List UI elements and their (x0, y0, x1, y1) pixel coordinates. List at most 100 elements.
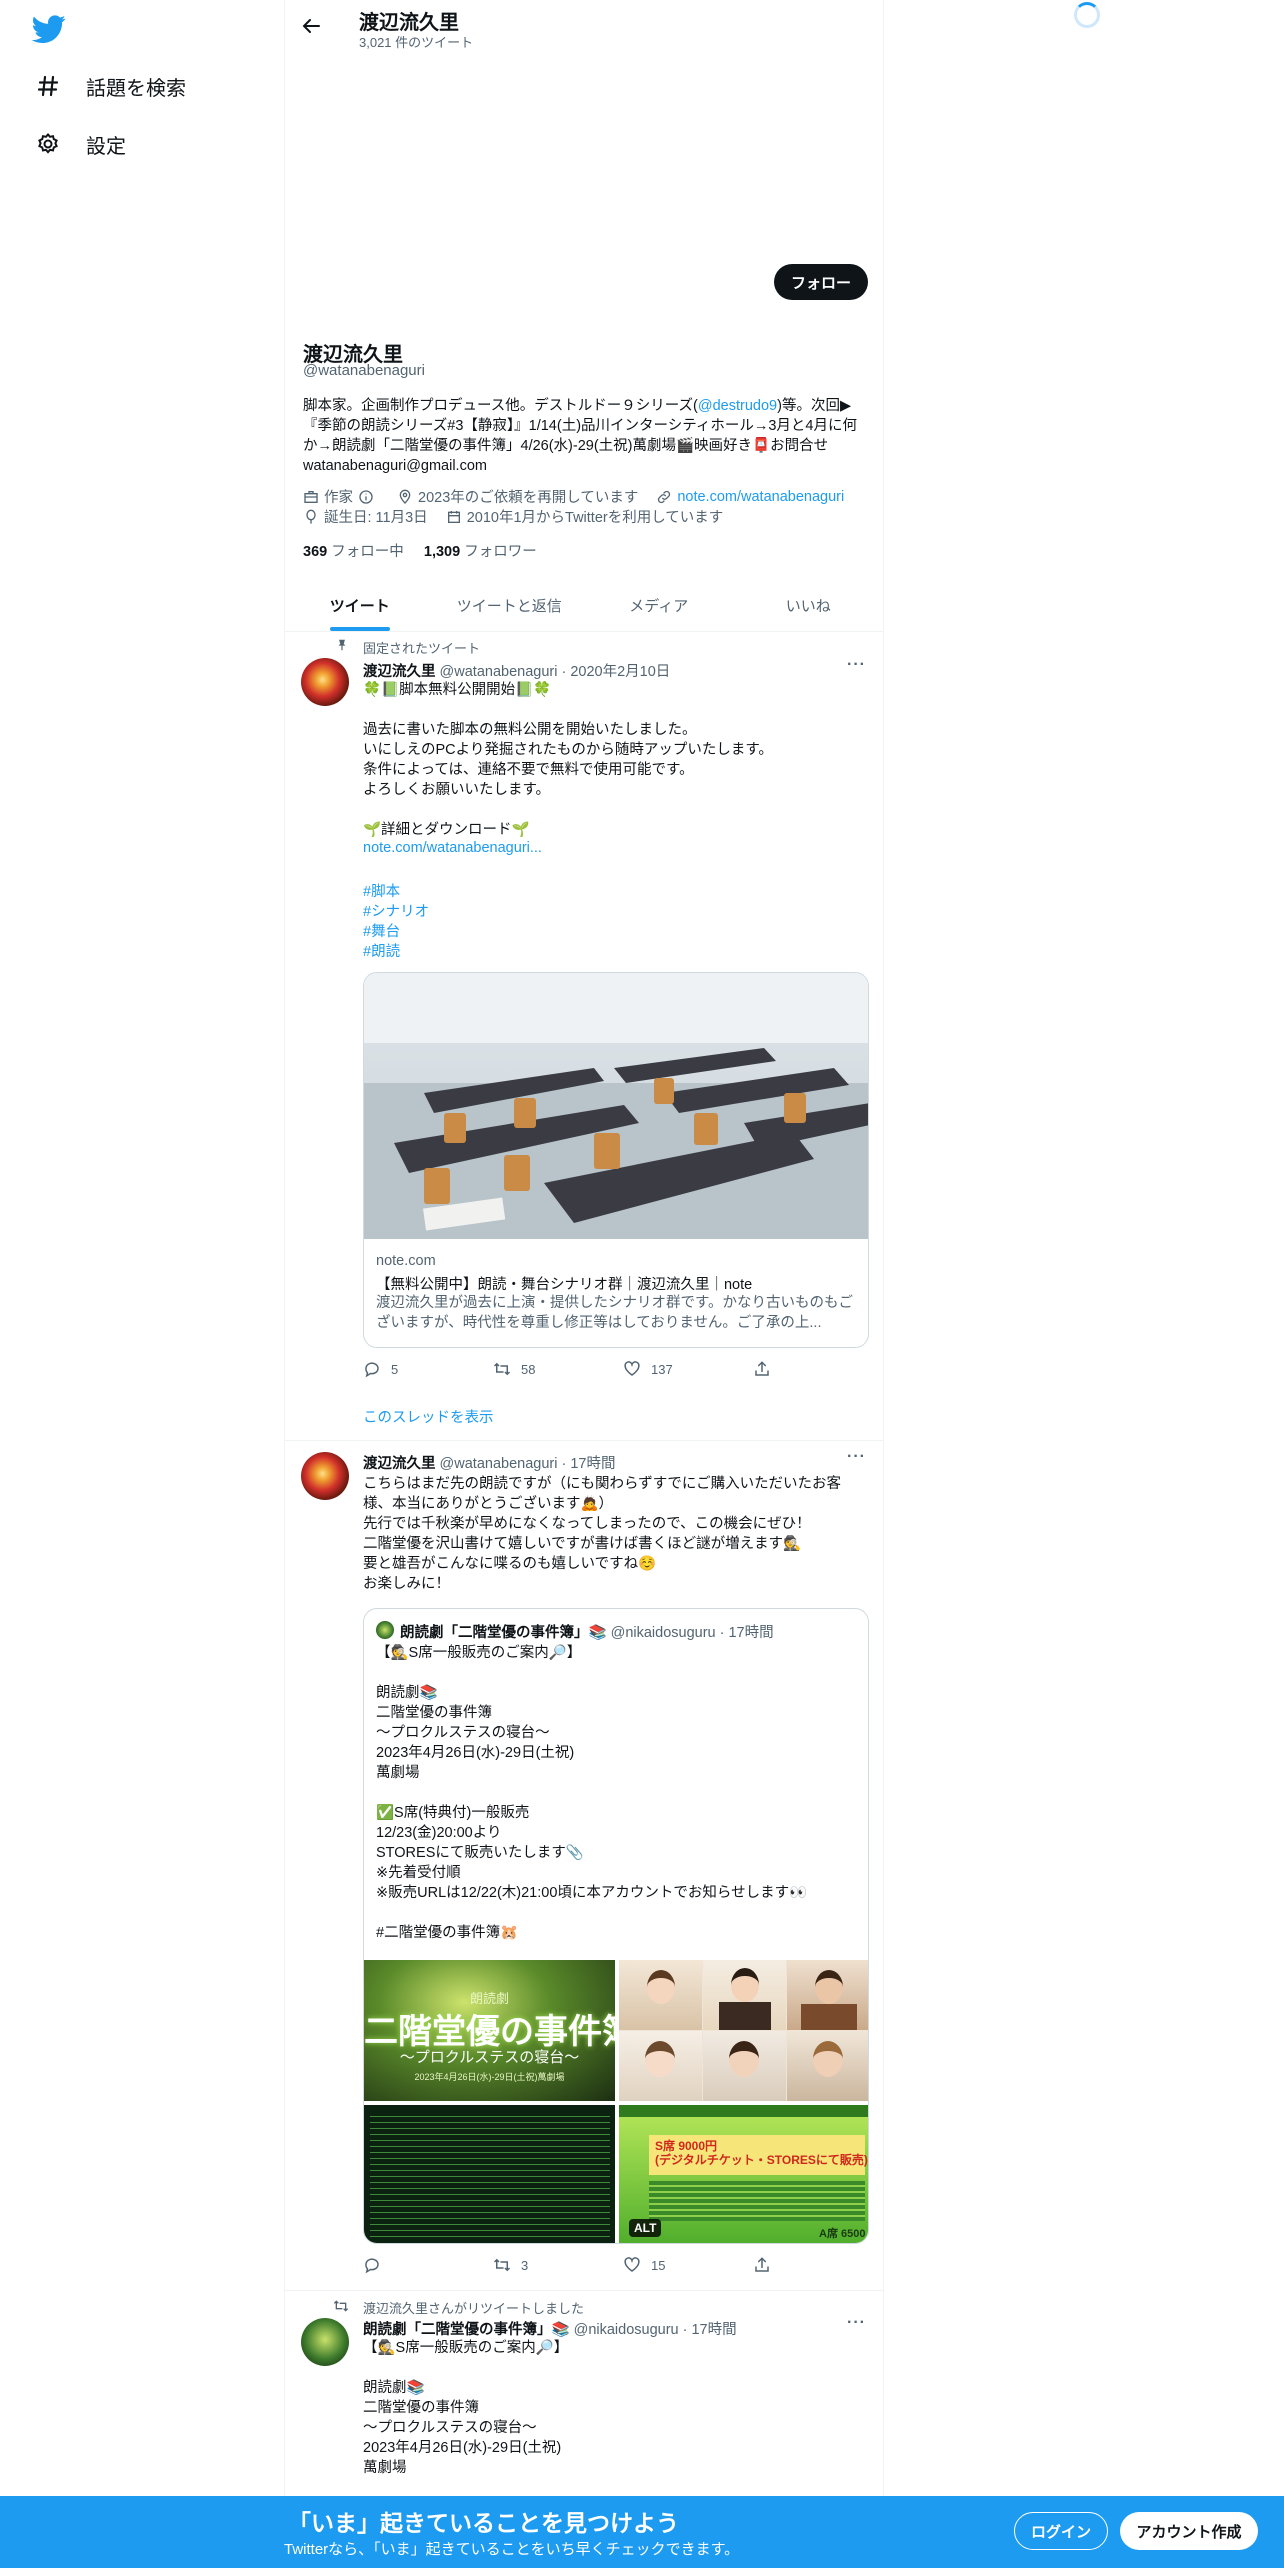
retweet-button[interactable]: 3 (493, 2256, 623, 2274)
profile-bio: 脚本家。企画制作プロデュース他。デストルドー９シリーズ(@destrudo9)等… (303, 396, 869, 476)
cast-photos-image[interactable] (619, 1960, 868, 2101)
nav-settings-label: 設定 (86, 135, 126, 158)
hashtag-icon (34, 72, 62, 100)
link-card[interactable]: note.com 【無料公開中】朗読・舞台シナリオ群｜渡辺流久里｜note 渡辺… (363, 972, 869, 1348)
bio-mention-link[interactable]: @destrudo9 (698, 398, 777, 414)
quote-author-line: 朗読劇「二階堂優の事件簿」📚 @nikaidosuguru · 17時間 (400, 1625, 774, 1641)
profile-birthday: 誕生日: 11月3日 (303, 506, 428, 527)
balloon-icon (306, 509, 316, 524)
hashtag-link[interactable]: #舞台 (363, 920, 400, 941)
login-button[interactable]: ログイン (1014, 2512, 1108, 2550)
retweet-icon (333, 2300, 349, 2312)
header-name: 渡辺流久里 (359, 12, 459, 34)
following-stat[interactable]: 369 フォロー中 (303, 544, 404, 560)
tweet-actions: 5 58 137 (363, 1360, 883, 1378)
alt-badge[interactable]: ALT (629, 2219, 662, 2237)
quote-tweet[interactable]: 朗読劇「二階堂優の事件簿」📚 @nikaidosuguru · 17時間 【🕵S… (363, 1608, 869, 2244)
share-icon (755, 2257, 769, 2272)
profile-header-bar: 渡辺流久里 3,021 件のツイート (285, 0, 883, 52)
media-grid: 朗読劇 二階堂優の事件簿 〜プロクルステスの寝台〜 2023年4月26日(水)-… (364, 1960, 868, 2243)
nav-explore[interactable]: 話題を検索 (34, 66, 186, 106)
profile-tabs: ツイート ツイートと返信 メディア いいね (285, 580, 883, 632)
profile-job: 作家 (303, 486, 379, 507)
poster-image[interactable]: 朗読劇 二階堂優の事件簿 〜プロクルステスの寝台〜 2023年4月26日(水)-… (364, 1960, 615, 2101)
divider (285, 1440, 883, 1441)
reply-icon (365, 2258, 379, 2274)
avatar[interactable] (301, 658, 349, 706)
tweet-author-line: 朗読劇「二階堂優の事件簿」📚 @nikaidosuguru · 17時間 (363, 2322, 737, 2338)
hashtag-link[interactable]: #脚本 (363, 880, 400, 901)
tab-tweets-replies[interactable]: ツイートと返信 (435, 580, 585, 631)
tweet-text: こちらはまだ先の朗読ですが（にも関わらずすでにご購入いただいたお客様、本当にあり… (363, 1476, 842, 1592)
tweet-author-line: 渡辺流久里 @watanabenaguri · 2020年2月10日 (363, 664, 671, 680)
more-options-icon[interactable]: ··· (847, 656, 867, 676)
share-button[interactable] (753, 1360, 883, 1378)
share-button[interactable] (753, 2256, 883, 2274)
pin-icon (338, 639, 346, 651)
info-icon[interactable] (358, 489, 374, 505)
profile-stats: 369 フォロー中 1,309 フォロワー (303, 540, 537, 561)
banner-title: 「いま」起きていることを見つけよう (288, 2510, 679, 2536)
retweet-icon (493, 2258, 511, 2272)
more-options-icon[interactable]: ··· (847, 2314, 867, 2334)
reply-button[interactable] (363, 2256, 493, 2274)
profile-meta-row-1: 作家 2023年のご依頼を再開しています note.com/watanabena… (303, 486, 862, 507)
twitter-logo-icon[interactable] (32, 12, 66, 46)
heart-icon (624, 2257, 640, 2272)
hashtag-link[interactable]: #朗読 (363, 940, 400, 961)
location-pin-icon (399, 489, 411, 504)
story-text-image[interactable] (364, 2105, 615, 2243)
card-domain: note.com (376, 1253, 436, 1269)
bio-text-1: 脚本家。企画制作プロデュース他。デストルドー９シリーズ( (303, 398, 698, 414)
tab-tweets[interactable]: ツイート (285, 580, 435, 631)
profile-joined: 2010年1月からTwitterを利用しています (446, 506, 723, 527)
quote-text: 【🕵S席一般販売のご案内🔎】 朗読劇📚 二階堂優の事件簿 〜プロクルステスの寝台… (376, 1645, 808, 1941)
card-title: 【無料公開中】朗読・舞台シナリオ群｜渡辺流久里｜note (376, 1277, 753, 1293)
signup-banner: 「いま」起きていることを見つけよう Twitterなら、「いま」起きていることを… (0, 2496, 1284, 2568)
profile-url[interactable]: note.com/watanabenaguri (656, 489, 844, 505)
calendar-icon (447, 510, 460, 523)
reply-icon (365, 1362, 379, 1378)
profile-location: 2023年のご依頼を再開しています (397, 486, 638, 507)
retweet-button[interactable]: 58 (493, 1360, 623, 1378)
more-options-icon[interactable]: ··· (847, 1448, 867, 1468)
nav-settings[interactable]: 設定 (34, 124, 126, 164)
retweet-icon (493, 1362, 511, 1376)
banner-subtitle: Twitterなら、「いま」起きていることをいち早くチェックできます。 (284, 2541, 740, 2558)
like-button[interactable]: 137 (623, 1360, 753, 1378)
tweet-link[interactable]: note.com/watanabenaguri... (363, 840, 542, 856)
like-button[interactable]: 15 (623, 2256, 753, 2274)
loading-spinner (1074, 2, 1100, 28)
share-icon (755, 1361, 769, 1376)
retweet-label: 渡辺流久里さんがリツイートしました (363, 2301, 585, 2316)
quote-avatar (376, 1621, 394, 1639)
profile-handle: @watanabenaguri (303, 362, 425, 379)
tweet-actions: 3 15 (363, 2256, 883, 2274)
tweet-text: 🍀📗脚本無料公開開始📗🍀 過去に書いた脚本の無料公開を開始いたしました。 いにし… (363, 682, 773, 838)
reply-button[interactable]: 5 (363, 1360, 493, 1378)
back-arrow-icon[interactable] (299, 14, 323, 38)
link-icon (658, 490, 671, 503)
tab-likes[interactable]: いいね (734, 580, 884, 631)
avatar[interactable] (301, 2318, 349, 2366)
profile-meta-row-2: 誕生日: 11月3日 2010年1月からTwitterを利用しています (303, 506, 741, 527)
gear-icon (34, 130, 62, 158)
followers-stat[interactable]: 1,309 フォロワー (424, 544, 537, 560)
classroom-image (364, 973, 868, 1239)
avatar[interactable] (301, 1452, 349, 1500)
ticket-info-image[interactable]: S席 9000円 (デジタルチケット・STORESにて販売) A席 6500円 … (619, 2105, 868, 2243)
heart-icon (624, 1361, 640, 1376)
briefcase-icon (304, 490, 318, 503)
tweet-text: 【🕵S席一般販売のご案内🔎】 朗読劇📚 二階堂優の事件簿 〜プロクルステスの寝台… (363, 2340, 569, 2476)
main-column: 渡辺流久里 3,021 件のツイート フォロー 渡辺流久里 @watanaben… (284, 0, 884, 2568)
divider (285, 2290, 883, 2291)
card-description: 渡辺流久里が過去に上演・提供したシナリオ群です。かなり古いものもございますが、時… (376, 1295, 854, 1331)
pinned-label: 固定されたツイート (363, 641, 481, 656)
hashtag-link[interactable]: #シナリオ (363, 900, 429, 921)
signup-button[interactable]: アカウント作成 (1120, 2512, 1258, 2550)
header-tweet-count: 3,021 件のツイート (359, 35, 474, 50)
tab-media[interactable]: メディア (584, 580, 734, 631)
follow-button[interactable]: フォロー (774, 264, 868, 300)
show-thread-link[interactable]: このスレッドを表示 (363, 1406, 494, 1427)
nav-explore-label: 話題を検索 (86, 77, 186, 100)
